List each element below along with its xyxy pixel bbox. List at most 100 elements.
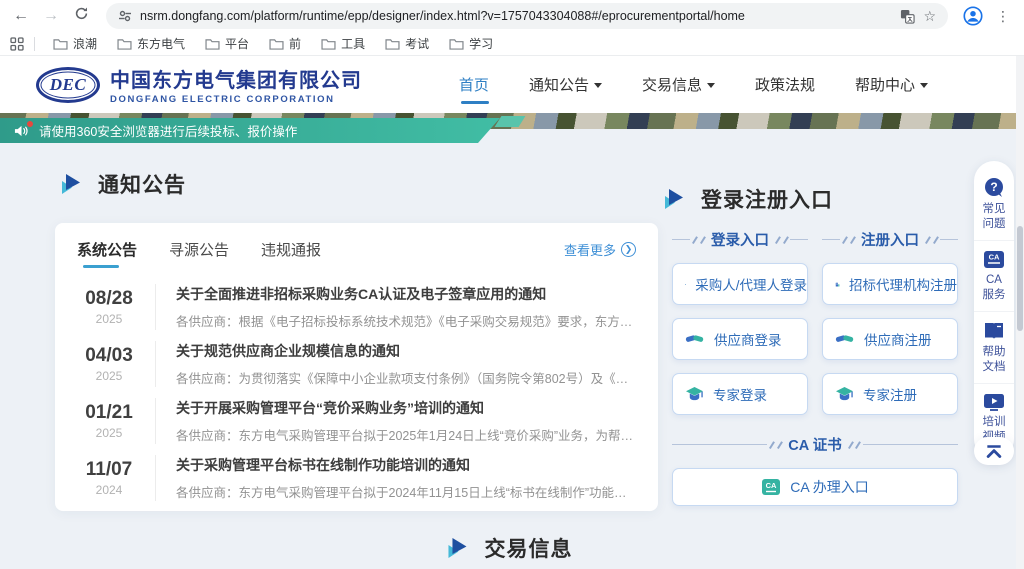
tab-system-notices[interactable]: 系统公告 [77,239,137,268]
to-top-icon [984,444,1004,459]
notice-title[interactable]: 关于采购管理平台标书在线制作功能培训的通知 [176,455,636,475]
bookmark-folder[interactable]: 东方电气 [109,33,193,54]
company-name-en: DONGFANG ELECTRIC CORPORATION [110,94,362,105]
bookmark-folder[interactable]: 工具 [313,33,373,54]
bookmark-folder[interactable]: 前 [261,33,309,54]
svg-text:CA: CA [989,252,1000,261]
notice-title[interactable]: 关于全面推进非招标采购业务CA认证及电子签章应用的通知 [176,284,636,304]
section-arrow-icon [663,188,687,210]
dec-logo-oval-icon: DEC [36,67,100,103]
handshake-icon [685,331,705,347]
supplier-login-button[interactable]: 供应商登录 [672,318,808,360]
question-bubble-icon: ? [983,177,1005,198]
login-portal: 登录入口 采购人/代理人登录 [672,229,958,506]
notice-desc: 各供应商：东方电气采购管理平台拟于2024年11月15日上线“标书在线制作”功能… [176,482,636,501]
ca-section-header: CA 证书 [672,434,958,455]
folder-icon [449,38,464,50]
dec-logo[interactable]: DEC 中国东方电气集团有限公司 DONGFANG ELECTRIC CORPO… [36,64,362,105]
expert-register-button[interactable]: 专家注册 [822,373,958,415]
trade-section-header: 交易信息 [446,533,572,563]
notice-desc: 各供应商：根据《电子招标投标系统技术规范》《电子采购交易规范》要求，东方电气采购… [176,311,636,330]
building-icon [685,275,686,294]
notice-item[interactable]: 08/28 2025 关于全面推进非招标采购业务CA认证及电子签章应用的通知 各… [77,278,636,335]
nav-help-center[interactable]: 帮助中心 [855,74,928,95]
agency-register-button[interactable]: 招标代理机构注册 [822,263,958,305]
main-nav: 首页 通知公告 交易信息 政策法规 帮助中心 [459,74,928,95]
register-column: 注册入口 招标代理机构注册 [822,229,958,428]
notice-title[interactable]: 关于规范供应商企业规模信息的通知 [176,341,636,361]
nav-policies[interactable]: 政策法规 [755,74,815,95]
video-play-icon [983,393,1005,411]
ca-badge-icon: CA [761,478,781,496]
announcement-ticker: 请使用360安全浏览器进行后续投标、报价操作 [0,118,500,143]
scrollbar-thumb[interactable] [1017,226,1023,331]
folder-icon [117,38,132,50]
chrome-menu-icon[interactable]: ⋮ [992,8,1014,25]
notice-title[interactable]: 关于开展采购管理平台“竞价采购业务”培训的通知 [176,398,636,418]
browser-window: ← → nsrm.dongfang.com/platform/runtime/e… [0,0,1024,569]
site-header: DEC 中国东方电气集团有限公司 DONGFANG ELECTRIC CORPO… [0,56,1024,113]
ticker-text: 请使用360安全浏览器进行后续投标、报价操作 [39,121,297,140]
book-icon [983,321,1005,341]
forward-icon[interactable]: → [40,7,62,25]
bookmark-star-icon[interactable]: ☆ [923,8,936,25]
faq-shortcut[interactable]: ? 常见问题 [974,173,1014,240]
section-title: 交易信息 [484,533,572,563]
reload-icon[interactable] [70,6,92,26]
translate-icon[interactable] [900,9,915,24]
url-text[interactable]: nsrm.dongfang.com/platform/runtime/epp/d… [140,9,892,23]
notice-item[interactable]: 01/21 2025 关于开展采购管理平台“竞价采购业务”培训的通知 各供应商：… [77,392,636,449]
speaker-icon [14,124,29,138]
expert-login-button[interactable]: 专家登录 [672,373,808,415]
bookmark-folder[interactable]: 考试 [377,33,437,54]
supplier-register-button[interactable]: 供应商注册 [822,318,958,360]
folder-icon [269,38,284,50]
svg-text:?: ? [990,180,997,194]
tab-sourcing-notices[interactable]: 寻源公告 [169,239,229,268]
help-docs-shortcut[interactable]: 帮助文档 [974,311,1014,383]
notice-date: 04/03 2025 [77,345,141,383]
login-section-header: 登录注册入口 [663,184,833,214]
notice-date: 08/28 2025 [77,288,141,326]
bookmark-folder[interactable]: 浪潮 [45,33,105,54]
notice-list: 08/28 2025 关于全面推进非招标采购业务CA认证及电子签章应用的通知 各… [77,278,636,506]
ca-apply-button[interactable]: CA CA 办理入口 [672,468,958,506]
back-icon[interactable]: ← [10,7,32,25]
back-to-top-button[interactable] [974,437,1014,465]
notices-tabs: 系统公告 寻源公告 违规通报 查看更多 ❯ [77,239,636,268]
register-column-header: 注册入口 [822,229,958,250]
handshake-icon [835,331,855,347]
login-column-header: 登录入口 [672,229,808,250]
apps-grid-icon[interactable] [10,37,24,51]
portal-page: DEC 中国东方电气集团有限公司 DONGFANG ELECTRIC CORPO… [0,56,1024,569]
site-settings-icon[interactable] [118,9,132,23]
bookmark-folder[interactable]: 平台 [197,33,257,54]
section-arrow-icon [446,537,470,559]
bookmarks-bar: 浪潮 东方电气 平台 前 工具 考试 学习 [0,32,1024,56]
chevron-right-circle-icon: ❯ [621,242,636,257]
section-title: 登录注册入口 [701,184,833,214]
graduation-cap-icon [685,386,704,403]
nav-notices[interactable]: 通知公告 [529,74,602,95]
notice-date: 11/07 2024 [77,459,141,497]
building-icon [835,275,840,294]
tab-violation-reports[interactable]: 违规通报 [261,239,321,268]
ca-service-shortcut[interactable]: CA CA 服务 [974,240,1014,311]
nav-trade-info[interactable]: 交易信息 [642,74,715,95]
ca-card-icon: CA [983,250,1005,269]
view-more-link[interactable]: 查看更多 ❯ [564,240,636,267]
svg-text:CA: CA [766,481,777,490]
bookmark-folder[interactable]: 学习 [441,33,501,54]
nav-home[interactable]: 首页 [459,74,489,95]
folder-icon [321,38,336,50]
purchaser-login-button[interactable]: 采购人/代理人登录 [672,263,808,305]
quick-access-rail: ? 常见问题 CA CA 服务 [974,161,1014,459]
notice-item[interactable]: 04/03 2025 关于规范供应商企业规模信息的通知 各供应商：为贯彻落实《保… [77,335,636,392]
notice-item[interactable]: 11/07 2024 关于采购管理平台标书在线制作功能培训的通知 各供应商：东方… [77,449,636,506]
address-bar[interactable]: nsrm.dongfang.com/platform/runtime/epp/d… [106,3,948,29]
browser-toolbar: ← → nsrm.dongfang.com/platform/runtime/e… [0,0,1024,32]
notices-section-header: 通知公告 [60,169,186,199]
login-column: 登录入口 采购人/代理人登录 [672,229,808,428]
profile-avatar-icon[interactable] [962,5,984,27]
page-scrollbar[interactable] [1016,56,1024,569]
